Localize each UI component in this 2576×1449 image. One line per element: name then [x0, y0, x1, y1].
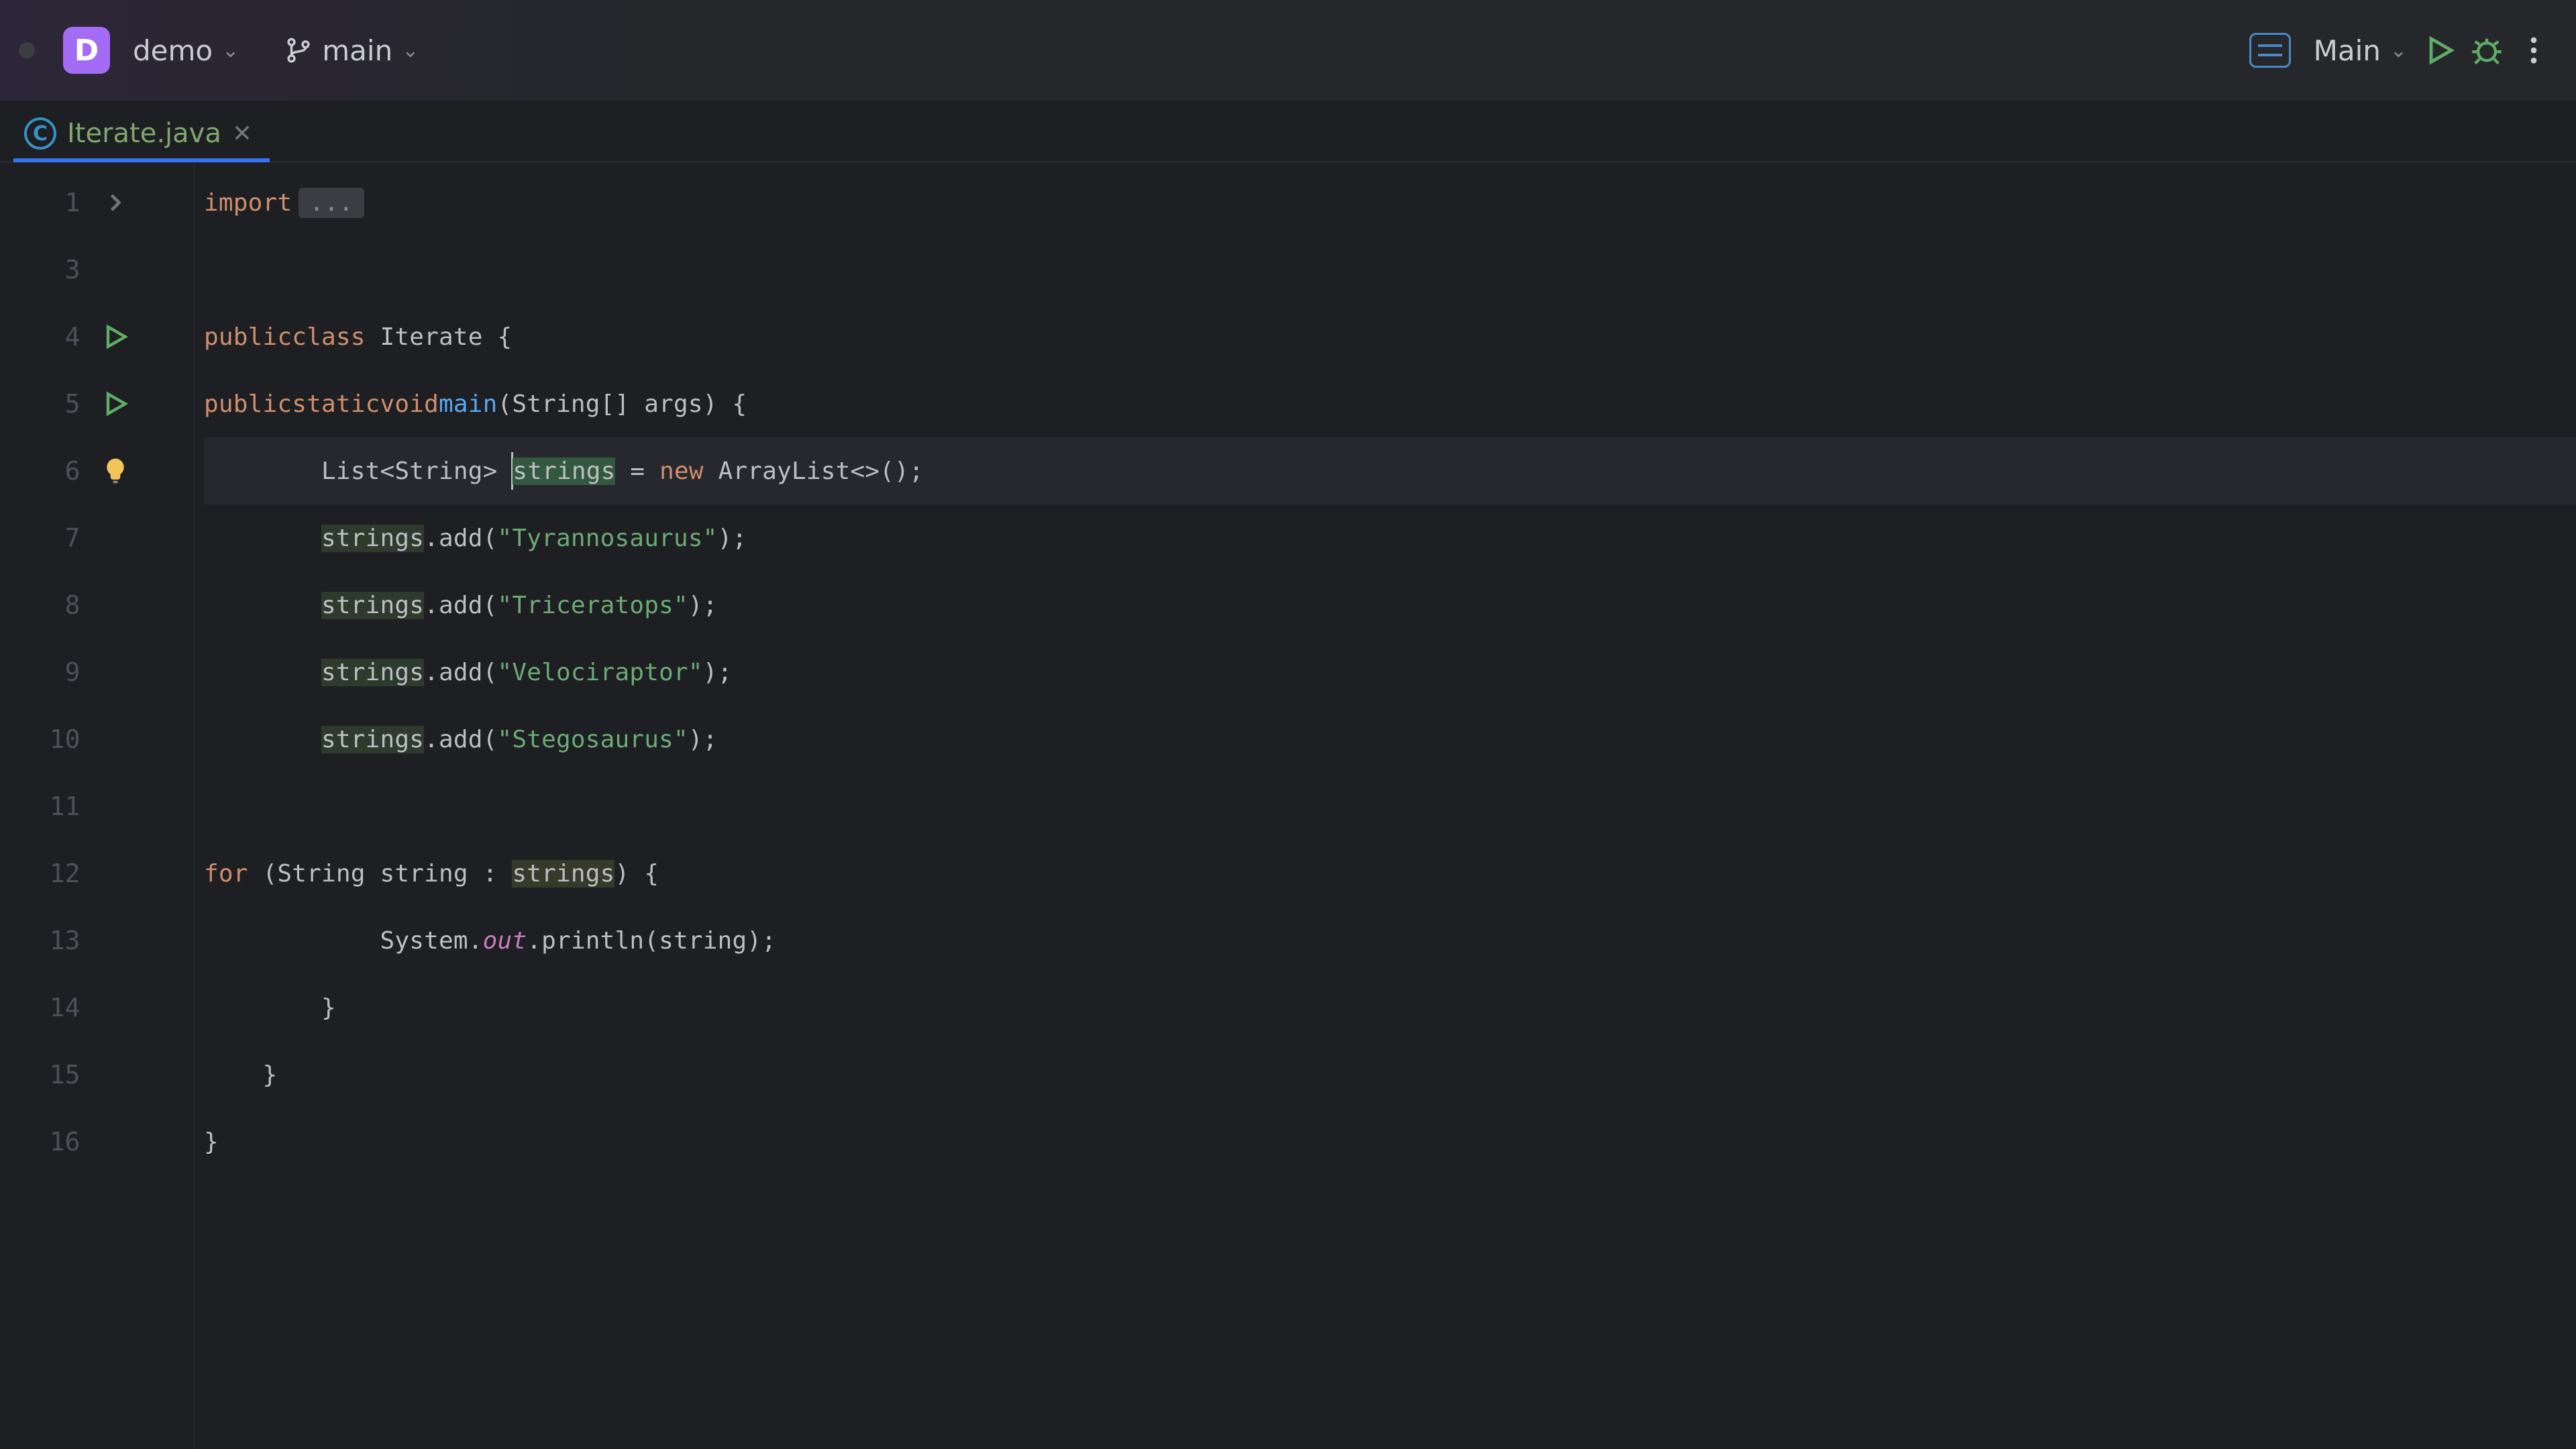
code-area[interactable]: import... public class Iterate { public … — [195, 162, 2576, 1449]
git-branch-icon — [284, 36, 313, 64]
java-class-icon: C — [24, 117, 56, 150]
top-toolbar: D demo ⌄ main ⌄ Main ⌄ — [0, 0, 2576, 101]
line-number: 5 — [0, 389, 80, 419]
kebab-icon — [2516, 33, 2551, 68]
line-number: 10 — [0, 724, 80, 754]
code-line: strings.add("Tyrannosaurus"); — [204, 504, 2576, 572]
run-gutter-icon[interactable] — [80, 322, 194, 352]
folded-region[interactable]: ... — [299, 188, 364, 218]
code-editor[interactable]: 1 3 4 5 6 7 8 9 10 11 12 13 14 15 — [0, 162, 2576, 1449]
file-tab[interactable]: C Iterate.java ✕ — [13, 107, 270, 162]
line-number: 11 — [0, 792, 80, 821]
code-line: strings.add("Triceratops"); — [204, 572, 2576, 639]
close-tab-icon[interactable]: ✕ — [232, 120, 252, 148]
line-number: 16 — [0, 1127, 80, 1157]
line-number: 7 — [0, 523, 80, 553]
project-name: demo — [133, 34, 213, 67]
line-number: 4 — [0, 322, 80, 352]
run-config-name: Main — [2314, 34, 2381, 67]
line-number: 1 — [0, 188, 80, 217]
gutter[interactable]: 1 3 4 5 6 7 8 9 10 11 12 13 14 15 — [0, 162, 195, 1449]
project-selector[interactable]: demo ⌄ — [123, 29, 248, 72]
line-number: 14 — [0, 993, 80, 1022]
code-line: strings.add("Velociraptor"); — [204, 639, 2576, 706]
line-number: 9 — [0, 657, 80, 687]
code-line: import... — [204, 169, 2576, 236]
play-icon — [2422, 33, 2457, 68]
branch-name: main — [322, 34, 392, 67]
line-number: 3 — [0, 255, 80, 284]
code-line: public static void main(String[] args) { — [204, 370, 2576, 437]
run-gutter-icon[interactable] — [80, 389, 194, 419]
code-line-active: List<String> strings = new ArrayList<>()… — [204, 437, 2576, 504]
code-line — [204, 773, 2576, 840]
editor-tabs: C Iterate.java ✕ — [0, 101, 2576, 162]
code-line: for (String string : strings) { — [204, 840, 2576, 907]
bug-icon — [2469, 33, 2504, 68]
line-number: 6 — [0, 456, 80, 486]
run-button[interactable] — [2416, 27, 2463, 74]
line-number: 8 — [0, 590, 80, 620]
project-badge[interactable]: D — [63, 27, 110, 74]
window-control[interactable] — [19, 42, 35, 58]
branch-selector[interactable]: main ⌄ — [275, 29, 428, 72]
run-config-icon — [2249, 33, 2291, 68]
code-line: public class Iterate { — [204, 303, 2576, 370]
chevron-down-icon: ⌄ — [2390, 39, 2407, 62]
code-line: } — [204, 1108, 2576, 1175]
run-config-selector[interactable]: Main ⌄ — [2240, 28, 2416, 73]
code-line: strings.add("Stegosaurus"); — [204, 706, 2576, 773]
chevron-down-icon: ⌄ — [402, 39, 419, 62]
debug-button[interactable] — [2463, 27, 2510, 74]
code-line: System.out.println(string); — [204, 907, 2576, 974]
line-number: 15 — [0, 1060, 80, 1089]
code-line: } — [204, 974, 2576, 1041]
fold-toggle[interactable] — [80, 188, 194, 217]
line-number: 12 — [0, 859, 80, 888]
tab-filename: Iterate.java — [67, 118, 221, 149]
more-button[interactable] — [2510, 27, 2557, 74]
intention-bulb-icon[interactable] — [80, 456, 194, 486]
line-number: 13 — [0, 926, 80, 955]
code-line — [204, 236, 2576, 303]
chevron-down-icon: ⌄ — [222, 39, 239, 62]
code-line: } — [204, 1041, 2576, 1108]
